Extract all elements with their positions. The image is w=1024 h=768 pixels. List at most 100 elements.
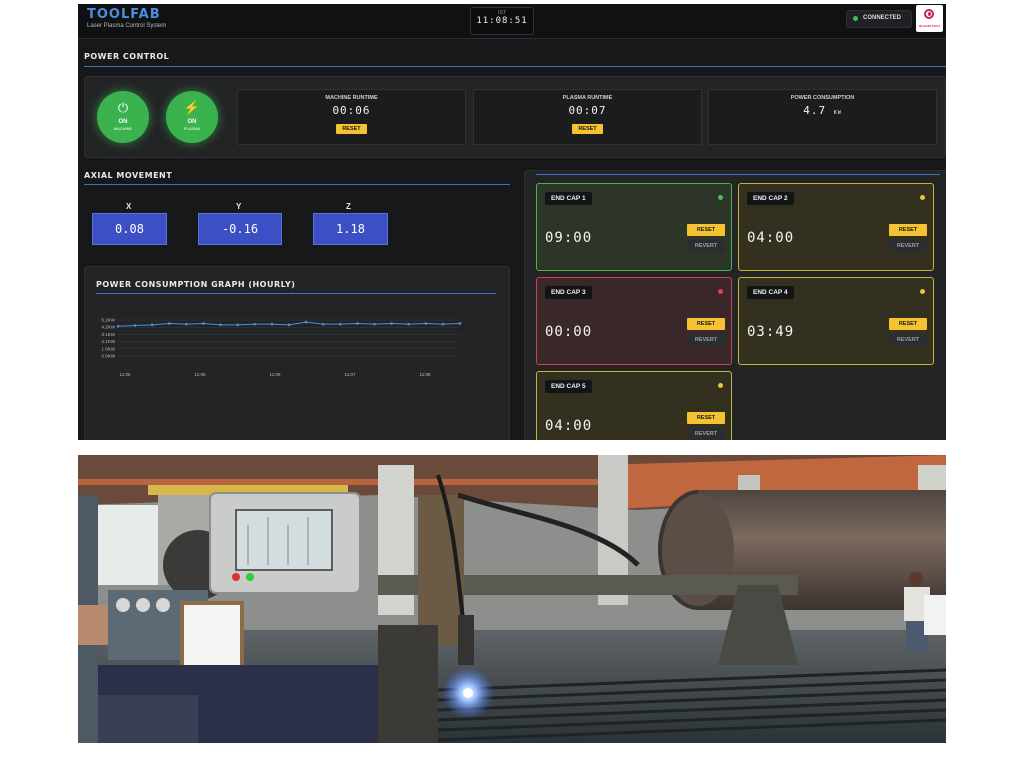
power-consumption-card: POWER CONSUMPTION 4.7 KW — [708, 89, 937, 145]
plasma-runtime-value: 00:07 — [568, 104, 607, 117]
x-tick-label: 11:08 — [420, 372, 431, 377]
y-tick-label: 0.0KW — [101, 354, 115, 359]
data-point — [424, 322, 428, 325]
data-point — [202, 322, 205, 325]
machine-runtime-value: 00:06 — [332, 104, 371, 117]
connection-status: CONNECTED — [846, 10, 912, 28]
end-cap-time: 00:00 — [545, 324, 593, 340]
status-dot-icon — [718, 195, 723, 200]
data-point — [168, 322, 171, 325]
end-cap-reset-button[interactable]: RESET — [889, 224, 927, 236]
end-cap-name: END CAP 5 — [545, 380, 592, 393]
data-point — [304, 320, 308, 324]
data-point — [356, 322, 359, 325]
end-cap-reset-button[interactable]: RESET — [687, 224, 725, 236]
x-tick-label: 11:06 — [270, 372, 281, 377]
y-tick-label: 3.1KW — [101, 332, 115, 337]
end-caps-divider — [536, 174, 940, 175]
axial-movement-title: AXIAL MOVEMENT — [84, 171, 173, 180]
top-bar: TOOLFAB Laser Plasma Control System IST … — [78, 4, 946, 39]
connection-label: CONNECTED — [863, 15, 902, 21]
end-cap-revert-button[interactable]: REVERT — [687, 334, 725, 346]
x-tick-label: 11:06 — [195, 372, 206, 377]
end-cap-reset-button[interactable]: RESET — [687, 412, 725, 424]
power-icon: ⏻ — [117, 100, 129, 115]
power-consumption-label: POWER CONSUMPTION — [790, 95, 855, 101]
status-dot-icon — [718, 383, 723, 388]
section-divider — [84, 66, 946, 67]
axis-x-label: X — [126, 202, 132, 211]
end-cap-name: END CAP 3 — [545, 286, 592, 299]
status-dot-icon — [853, 16, 858, 21]
end-cap-name: END CAP 1 — [545, 192, 592, 205]
end-cap-time: 09:00 — [545, 230, 593, 246]
end-cap-time: 03:49 — [747, 324, 795, 340]
data-point — [185, 322, 188, 326]
end-cap-card-1: END CAP 1 09:00 RESET REVERT — [536, 183, 732, 271]
data-point — [270, 322, 274, 326]
y-tick-label: 1.0KW — [101, 346, 115, 351]
axis-y-value: -0.16 — [198, 213, 282, 245]
power-consumption-reading: 4.7 KW — [709, 104, 936, 117]
brand-title: TOOLFAB — [87, 7, 161, 22]
plasma-power-button[interactable]: ⚡ ON PLASMA — [166, 91, 218, 143]
data-point — [373, 322, 376, 326]
end-cap-revert-button[interactable]: REVERT — [687, 428, 725, 440]
end-cap-revert-button[interactable]: REVERT — [687, 240, 725, 252]
plasma-state: ON — [187, 119, 197, 125]
machine-runtime-label: MACHINE RUNTIME — [325, 95, 378, 101]
machine-power-button[interactable]: ⏻ ON MACHINE — [97, 91, 149, 143]
axis-x-value: 0.08 — [92, 213, 167, 245]
data-point — [441, 322, 445, 326]
end-cap-time: 04:00 — [545, 418, 593, 434]
end-cap-reset-button[interactable]: RESET — [687, 318, 725, 330]
data-point — [458, 322, 462, 325]
machine-runtime-reset-button[interactable]: RESET — [336, 124, 367, 134]
lightning-icon: ⚡ — [183, 100, 201, 115]
x-tick-label: 11:07 — [345, 372, 356, 377]
end-cap-revert-button[interactable]: REVERT — [889, 240, 927, 252]
end-cap-reset-button[interactable]: RESET — [889, 318, 927, 330]
y-tick-label: 2.1KW — [101, 339, 115, 344]
data-point — [116, 324, 120, 328]
factory-plasma-cutter-photo — [78, 455, 946, 743]
data-point — [407, 322, 411, 326]
graph-divider — [96, 293, 496, 294]
end-cap-card-3: END CAP 3 00:00 RESET REVERT — [536, 277, 732, 365]
data-point — [236, 323, 239, 327]
end-cap-name: END CAP 2 — [747, 192, 794, 205]
axis-y-label: Y — [236, 202, 242, 211]
logo-icon — [924, 9, 934, 19]
data-point — [253, 322, 257, 326]
end-cap-card-2: END CAP 2 04:00 RESET REVERT — [738, 183, 934, 271]
machine-label: MACHINE — [113, 126, 133, 131]
machine-state: ON — [118, 119, 128, 125]
brand-subtitle: Laser Plasma Control System — [87, 23, 167, 29]
data-point — [321, 322, 325, 326]
end-cap-revert-button[interactable]: REVERT — [889, 334, 927, 346]
clock-time: 11:08:51 — [476, 16, 528, 26]
data-point — [287, 323, 291, 327]
dashboard-screen: TOOLFAB Laser Plasma Control System IST … — [78, 4, 946, 440]
data-point — [150, 323, 154, 327]
power-graph-title: POWER CONSUMPTION GRAPH (HOURLY) — [96, 280, 296, 289]
end-cap-name: END CAP 4 — [747, 286, 794, 299]
logo-caption: BLOGIN TECH — [919, 24, 940, 28]
clock: IST 11:08:51 — [470, 7, 534, 35]
plasma-label: PLASMA — [183, 126, 201, 131]
end-cap-card-4: END CAP 4 03:49 RESET REVERT — [738, 277, 934, 365]
end-cap-card-5: END CAP 5 04:00 RESET REVERT — [536, 371, 732, 440]
plasma-runtime-card: PLASMA RUNTIME 00:07 RESET — [473, 89, 702, 145]
status-dot-icon — [920, 289, 925, 294]
plasma-runtime-reset-button[interactable]: RESET — [572, 124, 603, 134]
status-dot-icon — [920, 195, 925, 200]
power-consumption-chart: 5.2KW 4.2KW 3.1KW 2.1KW 1.0KW 0.0KW 11:05 11:06… — [101, 318, 462, 377]
machine-runtime-card: MACHINE RUNTIME 00:06 RESET — [237, 89, 466, 145]
y-tick-label: 5.2KW — [101, 318, 115, 323]
power-control-title: POWER CONTROL — [84, 52, 170, 61]
plasma-runtime-label: PLASMA RUNTIME — [562, 95, 613, 101]
x-tick-label: 11:05 — [120, 372, 131, 377]
company-logo: BLOGIN TECH — [916, 5, 943, 32]
data-point — [339, 322, 342, 326]
data-point — [133, 324, 137, 327]
